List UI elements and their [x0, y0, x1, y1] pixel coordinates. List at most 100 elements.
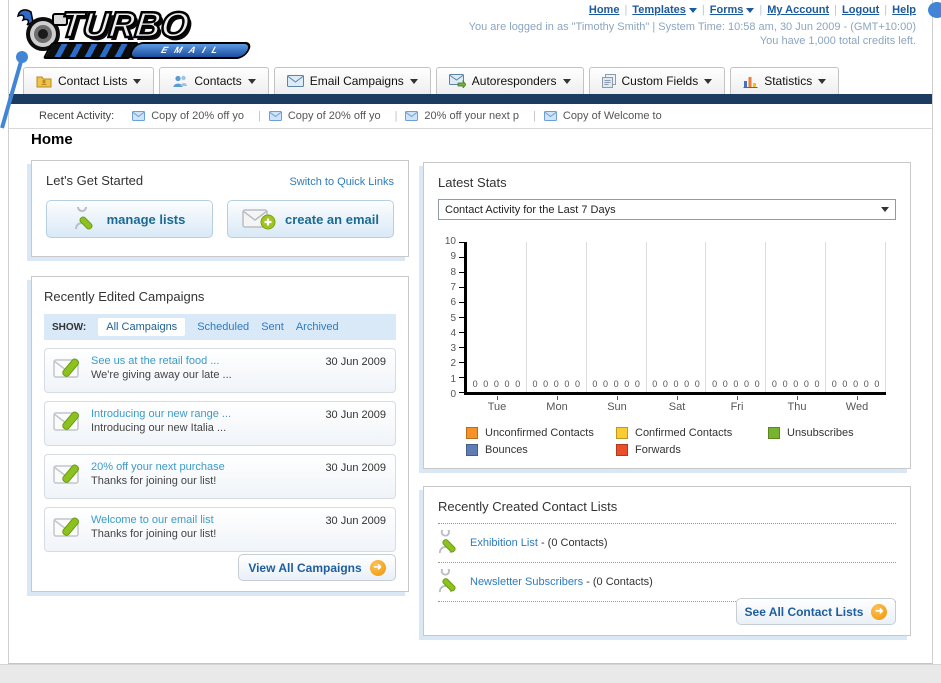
switch-quick-links-link[interactable]: Switch to Quick Links [289, 176, 394, 188]
nav-separator: | [624, 4, 628, 16]
nav-help-link[interactable]: Help [892, 4, 916, 16]
x-tick-label: Thu [767, 396, 827, 413]
legend-label: Bounces [485, 444, 528, 456]
contact-list-row: Newsletter Subscribers - (0 Contacts) [438, 563, 896, 601]
chart-day-group: 00000 [647, 242, 707, 392]
x-tick-label: Mon [527, 396, 587, 413]
logo-bottom-bar: EMAIL [42, 42, 257, 59]
stats-period-select[interactable]: Contact Activity for the Last 7 Days [438, 199, 896, 220]
recent-campaigns-panel: Recently Edited Campaigns SHOW: All Camp… [31, 276, 409, 592]
manage-lists-button[interactable]: manage lists [46, 200, 213, 238]
campaign-row: See us at the retail food ... We're givi… [44, 348, 396, 393]
chart-day-group: 00000 [587, 242, 647, 392]
bar-value-label: 0 [624, 379, 630, 389]
chart-y-axis: 0 1 2 3 4 5 6 7 8 9 10 [438, 236, 464, 400]
logo-text-top: TURBO [58, 3, 193, 47]
envelope-pencil-icon [53, 411, 79, 431]
campaign-subtitle: Thanks for joining our list! [91, 475, 217, 487]
see-all-contact-lists-label: See All Contact Lists [744, 604, 864, 619]
bar-value-label: 0 [652, 379, 658, 389]
recent-activity-item[interactable]: 20% off your next p [405, 110, 543, 122]
person-pencil-icon [438, 530, 456, 554]
stats-period-value: Contact Activity for the Last 7 Days [445, 203, 616, 216]
bar-value-label: 0 [634, 379, 640, 389]
bar-value-label: 0 [863, 379, 869, 389]
chevron-down-icon [133, 78, 142, 84]
y-tick-label: 10 [444, 236, 456, 247]
legend-label: Unconfirmed Contacts [485, 427, 594, 439]
tab-autoresponders[interactable]: Autoresponders [435, 67, 584, 94]
tab-label: Statistics [764, 74, 813, 88]
chart-legend: Unconfirmed Contacts Confirmed Contacts Un… [466, 427, 896, 456]
decor-blue-circle [928, 2, 941, 18]
bar-value-label: 0 [771, 379, 777, 389]
bar-value-label: 0 [662, 379, 668, 389]
chevron-down-icon [746, 7, 755, 13]
logo-text-bottom: EMAIL [126, 42, 254, 59]
bar-value-label: 0 [504, 379, 510, 389]
bar-value-label: 0 [874, 379, 880, 389]
chart-day-group: 00000 [527, 242, 587, 392]
contact-list-count: - (0 Contacts) [586, 576, 653, 588]
show-label: SHOW: [52, 321, 87, 333]
filter-sent[interactable]: Sent [261, 321, 284, 333]
tab-statistics[interactable]: Statistics [730, 67, 840, 94]
filter-all-campaigns[interactable]: All Campaigns [98, 318, 186, 336]
latest-stats-panel: Latest Stats Contact Activity for the La… [423, 162, 911, 469]
tab-contacts[interactable]: Contacts [159, 67, 269, 94]
nav-forms-link[interactable]: Forms [710, 4, 744, 16]
recent-activity-item[interactable]: Copy of 20% off yo [132, 110, 269, 122]
bar-value-label: 0 [733, 379, 739, 389]
content-frame: Home | Templates | Forms | My Account | Logout | H… [8, 0, 933, 664]
bar-value-label: 0 [472, 379, 478, 389]
bar-value-label: 0 [673, 379, 679, 389]
recent-activity-item[interactable]: Copy of Welcome to [543, 110, 662, 122]
bar-value-label: 0 [803, 379, 809, 389]
decor-callout-line [0, 51, 28, 129]
bar-value-label: 0 [602, 379, 608, 389]
tab-label: Email Campaigns [309, 74, 404, 88]
bar-value-label: 0 [842, 379, 848, 389]
nav-logout-link[interactable]: Logout [842, 4, 879, 16]
tab-contact-lists[interactable]: Contact Lists [23, 67, 155, 94]
chevron-down-icon [247, 78, 256, 84]
y-tick-label: 8 [450, 266, 456, 278]
create-email-button[interactable]: create an email [227, 200, 394, 238]
contact-list-link[interactable]: Exhibition List [470, 537, 538, 549]
tab-label: Autoresponders [471, 74, 557, 88]
nav-separator: | [834, 4, 838, 16]
recent-activity-item[interactable]: Copy of 20% off yo [268, 110, 406, 122]
filter-scheduled[interactable]: Scheduled [197, 321, 249, 333]
tab-email-campaigns[interactable]: Email Campaigns [273, 67, 431, 94]
tab-label: Contact Lists [58, 74, 128, 88]
view-all-campaigns-button[interactable]: View All Campaigns ➜ [238, 554, 396, 581]
contacts-people-icon [173, 75, 188, 87]
tab-label: Contacts [194, 74, 242, 88]
y-tick-label: 1 [450, 373, 456, 385]
campaign-filter-bar: SHOW: All Campaigns Scheduled Sent Archi… [44, 314, 396, 340]
bar-value-label: 0 [793, 379, 799, 389]
campaign-date: 30 Jun 2009 [325, 462, 386, 474]
bar-value-label: 0 [613, 379, 619, 389]
recent-activity-link: 20% off your next p [424, 110, 520, 122]
nav-separator: | [884, 4, 888, 16]
recent-campaigns-title: Recently Edited Campaigns [44, 289, 205, 304]
chart-day-group: 00000 [766, 242, 827, 392]
filter-archived[interactable]: Archived [296, 321, 339, 333]
recent-activity-bar: Recent Activity: Copy of 20% off yo Copy… [9, 104, 932, 129]
x-tick-label: Fri [707, 396, 767, 413]
contact-lists-folder-icon [36, 76, 52, 88]
see-all-contact-lists-button[interactable]: See All Contact Lists ➜ [736, 598, 896, 625]
nav-home-link[interactable]: Home [589, 4, 620, 16]
x-tick-label: Wed [827, 396, 887, 413]
statistics-chart-icon [743, 76, 758, 88]
y-tick-label: 4 [450, 327, 456, 339]
email-envelope-icon [132, 111, 146, 121]
credits-text: You have 1,000 total credits left. [759, 35, 916, 47]
envelope-plus-icon [242, 209, 276, 230]
nav-my-account-link[interactable]: My Account [767, 4, 829, 16]
contact-list-link[interactable]: Newsletter Subscribers [470, 576, 583, 588]
nav-templates-link[interactable]: Templates [632, 4, 686, 16]
legend-item: Forwards [616, 444, 768, 456]
tab-custom-fields[interactable]: Custom Fields [588, 67, 726, 94]
